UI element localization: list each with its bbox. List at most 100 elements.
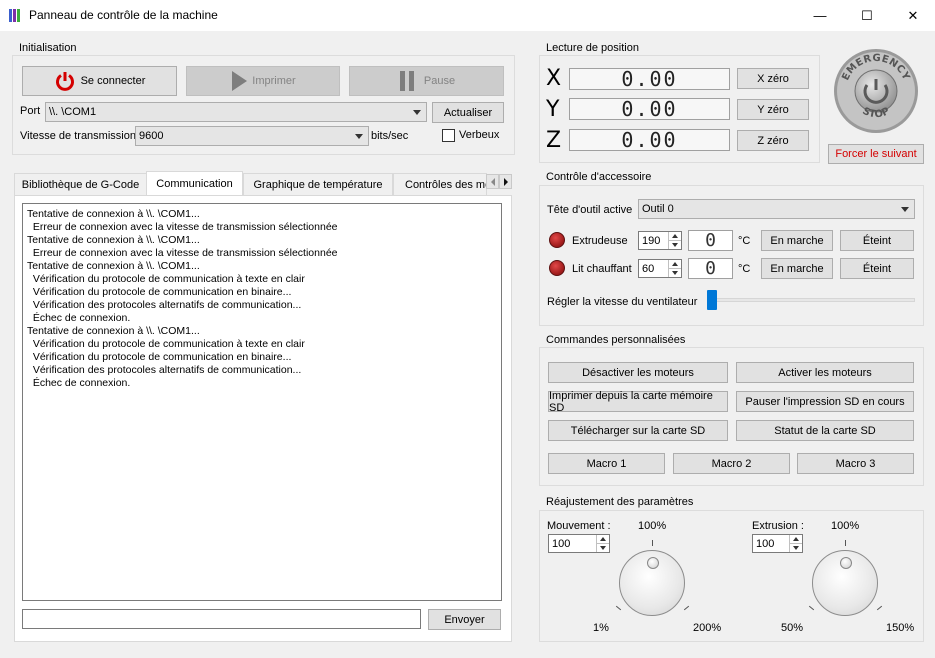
movement-value: 100 [552,537,571,550]
macro-2-label: Macro 2 [711,457,752,470]
spin-up-icon[interactable] [596,535,609,544]
spin-up-icon[interactable] [668,232,681,241]
y-zero-label: Y zéro [757,103,789,116]
disable-motors-button[interactable]: Désactiver les moteurs [548,362,728,383]
extrusion-dial[interactable] [812,550,878,616]
z-zero-button[interactable]: Z zéro [737,130,809,151]
close-button[interactable]: ✕ [890,0,935,31]
minimize-icon: — [813,8,827,23]
dial-tick [652,540,653,546]
x-zero-button[interactable]: X zéro [737,68,809,89]
movement-max-label: 200% [693,622,722,634]
sd-status-button[interactable]: Statut de la carte SD [736,420,914,441]
spin-up-icon[interactable] [789,535,802,544]
movement-dial[interactable] [619,550,685,616]
chevron-down-icon [413,110,421,115]
extruder-label: Extrudeuse [572,235,628,247]
minimize-button[interactable]: — [797,0,843,31]
spin-down-icon[interactable] [789,543,802,552]
dial-knob [840,557,852,569]
z-position-display: 0.00 [569,128,730,152]
print-label: Imprimer [252,75,296,87]
print-button[interactable]: Imprimer [186,66,340,96]
macro-2-button[interactable]: Macro 2 [673,453,790,474]
extrusion-value: 100 [756,537,775,550]
disable-motors-label: Désactiver les moteurs [582,366,694,379]
extruder-on-button[interactable]: En marche [761,230,833,251]
pause-button[interactable]: Pause [349,66,504,96]
tab-scroll-left-button[interactable] [486,174,499,189]
maximize-button[interactable]: ☐ [844,0,890,31]
refresh-button[interactable]: Actualiser [432,102,504,123]
extruder-current-temp: 0 [688,230,733,251]
console-line: Échec de connexion. [27,377,131,389]
enable-motors-button[interactable]: Activer les moteurs [736,362,914,383]
x-zero-label: X zéro [757,72,789,85]
extruder-temp-spinbox[interactable]: 190 [638,231,682,250]
console-line: Tentative de connexion à \\. \COM1... [27,208,200,220]
console-log[interactable]: Tentative de connexion à \\. \COM1... Er… [22,203,502,601]
port-select[interactable]: \\. \COM1 [45,102,427,122]
movement-spinbox[interactable]: 100 [548,534,610,553]
fan-speed-slider[interactable] [707,290,717,310]
tool-select[interactable]: Outil 0 [638,199,915,219]
movement-label: Mouvement : [547,520,611,532]
y-position-display: 0.00 [569,97,730,121]
z-axis-label: Z [546,128,562,153]
baud-unit: bits/sec [371,130,409,142]
extruder-status-led [549,232,565,248]
baud-select[interactable]: 9600 [135,126,369,146]
bed-temp-spinbox[interactable]: 60 [638,259,682,278]
refresh-label: Actualiser [443,106,493,119]
extruder-off-button[interactable]: Éteint [840,230,914,251]
extrusion-min-label: 50% [781,622,804,634]
send-button[interactable]: Envoyer [428,609,501,630]
macro-3-button[interactable]: Macro 3 [797,453,914,474]
spin-up-icon[interactable] [668,260,681,269]
tab-temperature-graph[interactable]: Graphique de température [243,173,393,195]
force-next-button[interactable]: Forcer le suivant [828,144,924,164]
console-line: Erreur de connexion avec la vitesse de t… [27,247,338,259]
spin-down-icon[interactable] [668,240,681,249]
command-input[interactable] [22,609,421,629]
accessory-title: Contrôle d'accessoire [544,171,654,183]
y-zero-button[interactable]: Y zéro [737,99,809,120]
extrusion-max-label: 150% [886,622,915,634]
arrow-left-icon [490,177,495,186]
extruder-unit: °C [738,235,751,247]
window-title: Panneau de contrôle de la machine [29,8,218,22]
port-value: \\. \COM1 [49,106,97,118]
z-zero-label: Z zéro [757,134,789,147]
emergency-stop-button[interactable]: EMERGENCY STOP [833,48,919,134]
chevron-down-icon [355,134,363,139]
pause-sd-print-button[interactable]: Pauser l'impression SD en cours [736,391,914,412]
bed-on-button[interactable]: En marche [761,258,833,279]
macro-1-button[interactable]: Macro 1 [548,453,665,474]
title-bar: Panneau de contrôle de la machine — ☐ ✕ [0,0,935,31]
pause-sd-print-label: Pauser l'impression SD en cours [745,395,905,408]
tab-gcode-library[interactable]: Bibliothèque de G-Code [14,173,147,195]
print-from-sd-label: Imprimer depuis la carte mémoire SD [549,389,713,414]
console-line: Vérification du protocole de communicati… [27,351,292,363]
play-icon [232,71,248,91]
maximize-icon: ☐ [861,7,873,23]
print-from-sd-button[interactable]: Imprimer depuis la carte mémoire SD [548,389,728,414]
tab-scroll-right-button[interactable] [499,174,512,189]
bed-off-button[interactable]: Éteint [840,258,914,279]
connect-button[interactable]: Se connecter [22,66,177,96]
connect-label: Se connecter [80,75,146,87]
tool-label: Tête d'outil active [547,204,633,216]
tab-communication[interactable]: Communication [146,171,243,195]
spin-down-icon[interactable] [596,543,609,552]
spin-down-icon[interactable] [668,268,681,277]
tab-motor-controls[interactable]: Contrôles des moteurs [393,173,487,195]
tab-label: Graphique de température [253,178,383,191]
x-position-display: 0.00 [569,67,730,91]
baud-label: Vitesse de transmission [20,130,136,142]
verbose-checkbox[interactable] [442,129,455,142]
fan-speed-label: Régler la vitesse du ventilateur [547,296,698,308]
extrusion-spinbox[interactable]: 100 [752,534,803,553]
dial-tick [845,540,846,546]
upload-to-sd-button[interactable]: Télécharger sur la carte SD [548,420,728,441]
console-line: Erreur de connexion avec la vitesse de t… [27,221,338,233]
